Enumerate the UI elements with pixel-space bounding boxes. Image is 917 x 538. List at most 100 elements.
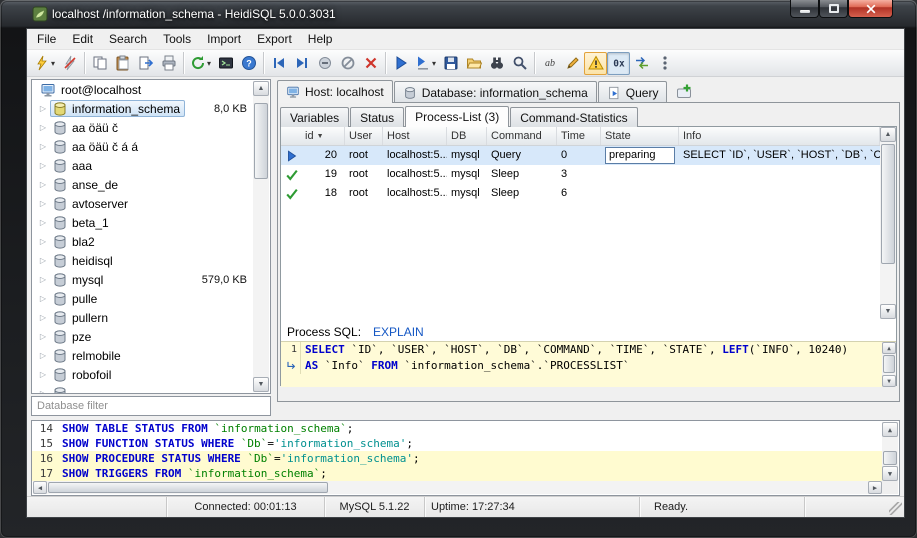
print-button[interactable] — [157, 52, 180, 75]
disconnect-button[interactable] — [58, 52, 81, 75]
find-button[interactable] — [485, 52, 508, 75]
editor-scrollbar[interactable]: ▲ ▼ — [882, 342, 896, 387]
tree-item-bla2[interactable]: ▷bla2 — [32, 232, 253, 251]
expander-icon[interactable]: ▷ — [36, 370, 50, 379]
inline-state-editor[interactable]: preparing — [605, 147, 675, 164]
expander-icon[interactable]: ▷ — [36, 332, 50, 341]
expander-icon[interactable]: ▷ — [36, 161, 50, 170]
tree-item-pullern[interactable]: ▷pullern — [32, 308, 253, 327]
column-header-user[interactable]: User — [345, 127, 383, 145]
grid-scrollbar[interactable]: ▲ ▼ — [880, 127, 896, 319]
column-header-time[interactable]: Time — [557, 127, 601, 145]
scroll-thumb[interactable] — [254, 103, 268, 179]
scroll-down-icon[interactable]: ▼ — [882, 466, 898, 481]
column-header-info[interactable]: Info — [679, 127, 880, 145]
options-button[interactable] — [653, 52, 676, 75]
expander-icon[interactable]: ▷ — [36, 256, 50, 265]
record-delete-button[interactable] — [313, 52, 336, 75]
hex-toggle-button[interactable]: 0x — [607, 52, 630, 75]
execute-button[interactable] — [389, 52, 412, 75]
minimize-button[interactable] — [790, 0, 819, 18]
tree-item-relmobile[interactable]: ▷relmobile — [32, 346, 253, 365]
scroll-thumb[interactable] — [48, 482, 328, 493]
expander-icon[interactable]: ▷ — [36, 389, 50, 394]
find-next-button[interactable] — [508, 52, 531, 75]
save-button[interactable] — [439, 52, 462, 75]
expander-icon[interactable]: ▷ — [36, 199, 50, 208]
scroll-thumb[interactable] — [883, 355, 895, 373]
menu-import[interactable]: Import — [199, 29, 249, 49]
scroll-up-icon[interactable]: ▲ — [882, 422, 898, 437]
menu-search[interactable]: Search — [101, 29, 155, 49]
tab-variables[interactable]: Variables — [280, 107, 349, 127]
syntax-warning-button[interactable] — [584, 52, 607, 75]
new-query-tab-button[interactable] — [673, 81, 695, 101]
process-sql-editor[interactable]: 1SELECT `ID`, `USER`, `HOST`, `DB`, `COM… — [281, 341, 896, 387]
column-header-id[interactable]: id▼ — [281, 127, 345, 145]
tree-item-beta-1[interactable]: ▷beta_1 — [32, 213, 253, 232]
scroll-down-icon[interactable]: ▼ — [253, 377, 269, 392]
session-manager-button[interactable]: ▾ — [31, 52, 58, 75]
tab-host-localhost[interactable]: Host: localhost — [277, 80, 393, 103]
foreign-keys-button[interactable] — [630, 52, 653, 75]
tree-item-heidisql[interactable]: ▷heidisql — [32, 251, 253, 270]
expander-icon[interactable]: ▷ — [36, 294, 50, 303]
explain-link[interactable]: EXPLAIN — [373, 325, 424, 339]
edit-button[interactable] — [561, 52, 584, 75]
menu-tools[interactable]: Tools — [155, 29, 199, 49]
expander-icon[interactable]: ▷ — [36, 180, 50, 189]
tab-command-statistics[interactable]: Command-Statistics — [510, 107, 637, 127]
menu-file[interactable]: File — [29, 29, 64, 49]
record-discard-button[interactable] — [359, 52, 382, 75]
titlebar[interactable]: localhost /information_schema - HeidiSQL… — [0, 0, 917, 28]
scroll-up-icon[interactable]: ▲ — [880, 127, 896, 142]
tree-item-mysql[interactable]: ▷mysql579,0 KB — [32, 270, 253, 289]
expander-icon[interactable]: ▷ — [36, 123, 50, 132]
log-vertical-scrollbar[interactable]: ▲ ▼ — [882, 422, 898, 481]
tree-item-information-schema[interactable]: ▷information_schema8,0 KB — [32, 99, 253, 118]
tree-item-anse-de[interactable]: ▷anse_de — [32, 175, 253, 194]
expander-icon[interactable]: ▷ — [36, 313, 50, 322]
tree-item-aa[interactable]: ▷aa öäü č — [32, 118, 253, 137]
menu-edit[interactable]: Edit — [64, 29, 101, 49]
process-row-19[interactable]: 19rootlocalhost:5...mysqlSleep3 — [281, 165, 880, 184]
log-horizontal-scrollbar[interactable]: ◀ ▶ — [33, 481, 882, 494]
expander-icon[interactable]: ▷ — [36, 218, 50, 227]
copy-button[interactable] — [88, 52, 111, 75]
resize-grip[interactable] — [889, 502, 902, 515]
column-header-command[interactable]: Command — [487, 127, 557, 145]
database-filter-input[interactable] — [31, 396, 271, 416]
tab-database-information-schema[interactable]: Database: information_schema — [394, 81, 597, 103]
export-button[interactable] — [134, 52, 157, 75]
scroll-down-icon[interactable]: ▼ — [880, 304, 896, 319]
tree-item-aaa[interactable]: ▷aaa — [32, 156, 253, 175]
tree-item-pze[interactable]: ▷pze — [32, 327, 253, 346]
scroll-up-icon[interactable]: ▲ — [882, 342, 896, 354]
expander-icon[interactable]: ▷ — [36, 275, 50, 284]
scroll-down-icon[interactable]: ▼ — [882, 375, 896, 387]
expander-icon[interactable]: ▷ — [36, 351, 50, 360]
menu-help[interactable]: Help — [300, 29, 341, 49]
scroll-right-icon[interactable]: ▶ — [868, 481, 882, 494]
column-header-host[interactable]: Host — [383, 127, 447, 145]
process-row-20[interactable]: 20rootlocalhost:5...mysqlQuery0preparing… — [281, 146, 880, 165]
tab-query[interactable]: Query — [598, 81, 668, 103]
scroll-thumb[interactable] — [883, 451, 897, 465]
tree-item-avtoserver[interactable]: ▷avtoserver — [32, 194, 253, 213]
close-button[interactable] — [848, 0, 893, 18]
help-button[interactable]: ? — [237, 52, 260, 75]
nav-first-button[interactable] — [267, 52, 290, 75]
tree-item-partial[interactable]: ▷ — [32, 384, 253, 394]
column-header-state[interactable]: State — [601, 127, 679, 145]
tree-root-session[interactable]: root@localhost — [32, 80, 253, 99]
expander-icon[interactable]: ▷ — [36, 104, 50, 113]
expander-icon[interactable]: ▷ — [36, 142, 50, 151]
tree-item-robofoil[interactable]: ▷robofoil — [32, 365, 253, 384]
tab-status[interactable]: Status — [350, 107, 404, 127]
quote-button[interactable]: ab — [538, 52, 561, 75]
scroll-thumb[interactable] — [881, 144, 895, 264]
tree-item-aa[interactable]: ▷aa öäü č á á — [32, 137, 253, 156]
database-tree[interactable]: root@localhost▷information_schema8,0 KB▷… — [31, 79, 271, 394]
tree-scrollbar[interactable]: ▲ ▼ — [253, 81, 269, 392]
nav-last-button[interactable] — [290, 52, 313, 75]
